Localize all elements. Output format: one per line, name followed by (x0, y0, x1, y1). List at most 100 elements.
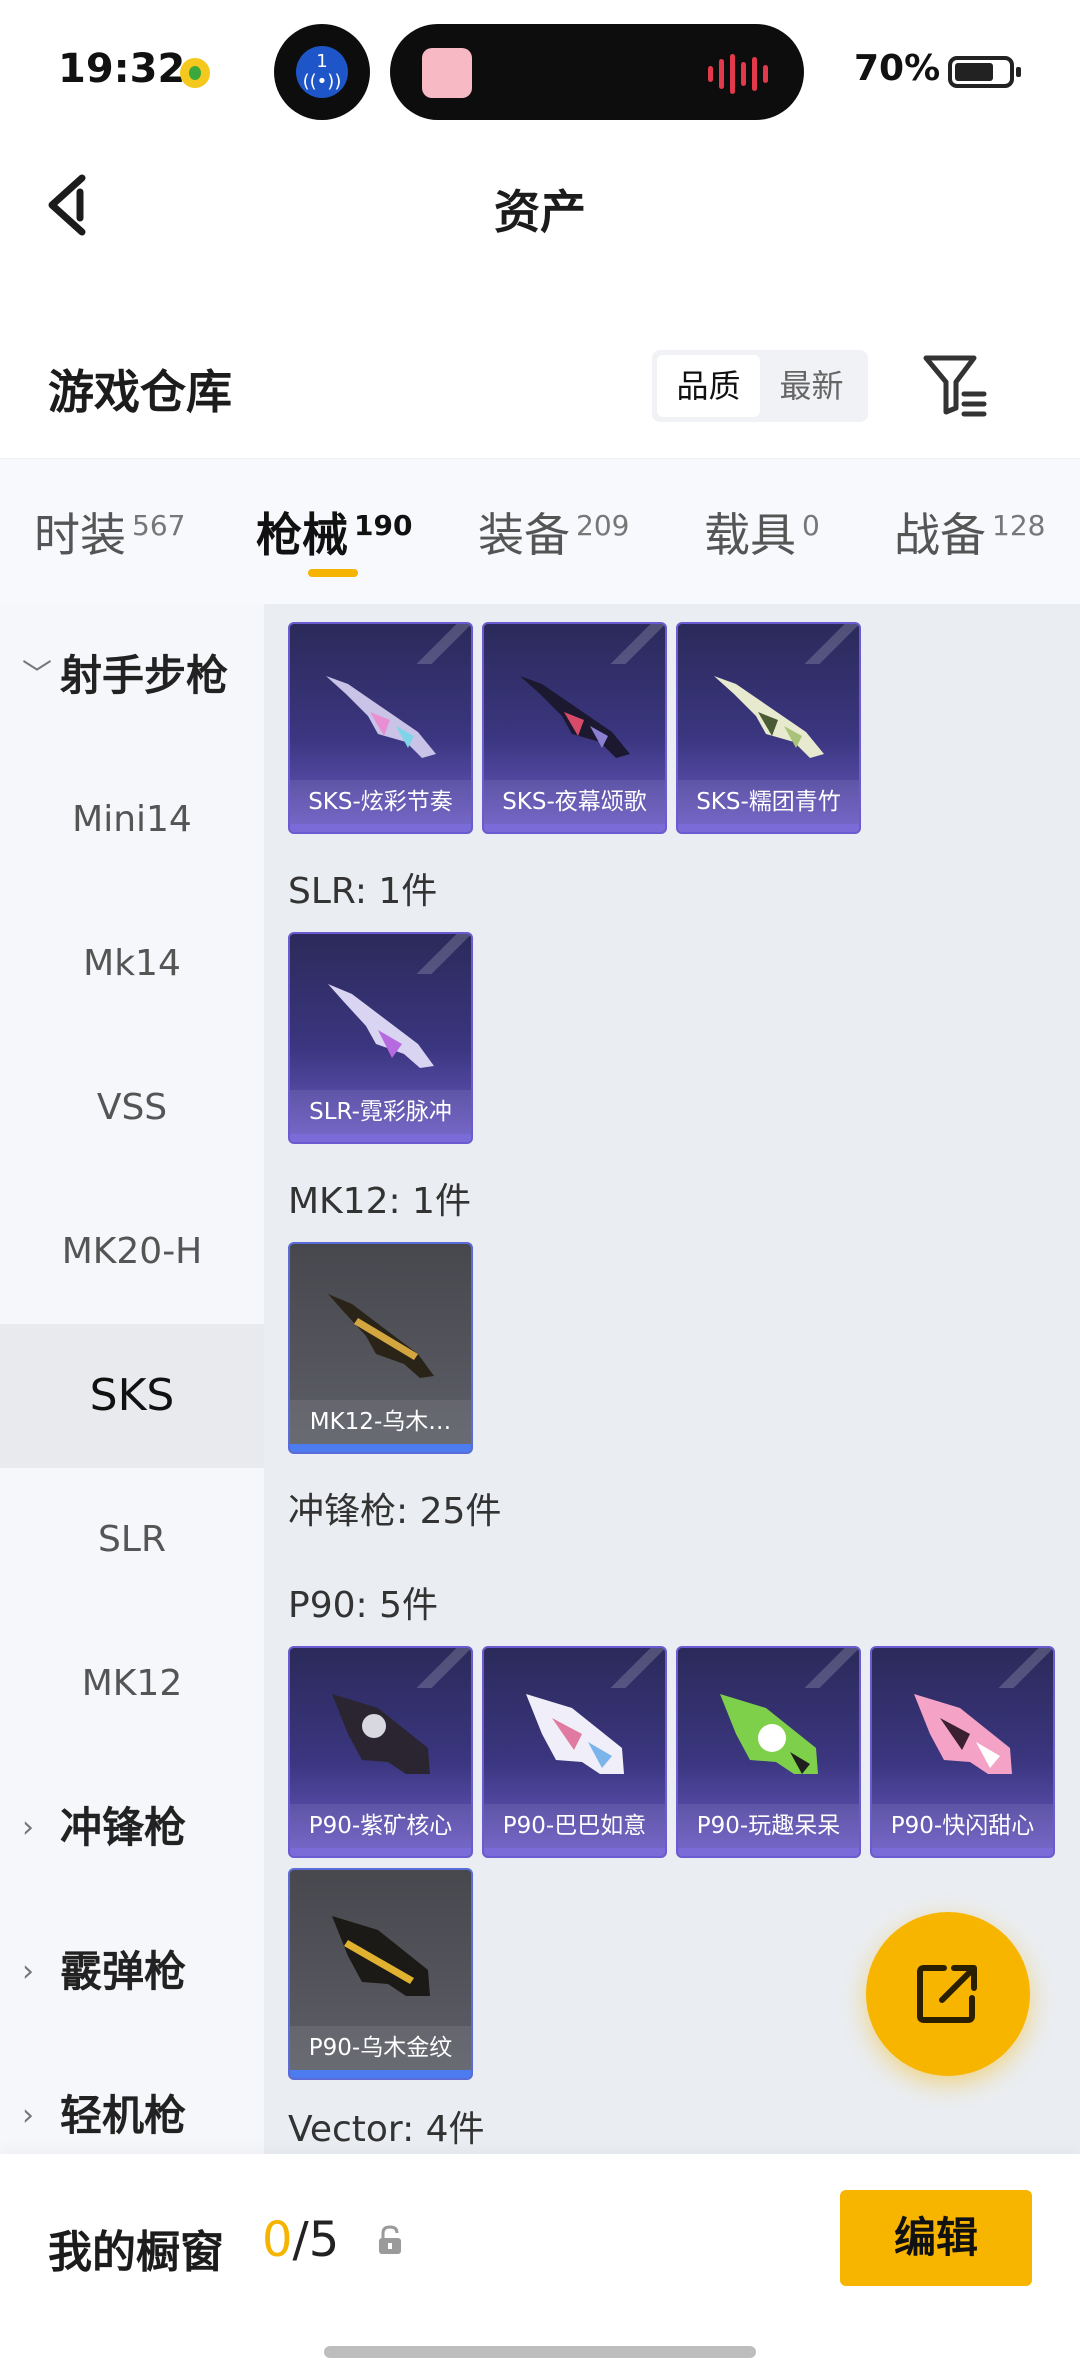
status-bar: 19:32 1 ((•)) 70% (0, 0, 1080, 140)
tab-count: 0 (802, 509, 820, 542)
weapon-card-label: P90-巴巴如意 (484, 1804, 665, 1848)
smg-icon (526, 1694, 624, 1774)
status-time: 19:32 (58, 46, 186, 92)
tab-equipment[interactable]: 装备 209 (478, 499, 629, 565)
weapon-card[interactable]: SKS-糯团青竹 (676, 622, 861, 834)
sidebar-item-slr[interactable]: SLR (0, 1468, 264, 1612)
section-heading-vector: Vector: 4件 (288, 2109, 485, 2150)
sidebar-item-mk20h[interactable]: MK20-H (0, 1180, 264, 1324)
tab-label: 载具 (704, 508, 796, 562)
section-heading-slr: SLR: 1件 (288, 871, 438, 912)
sort-option-newest[interactable]: 最新 (760, 355, 863, 417)
share-button[interactable] (866, 1912, 1030, 2076)
bottom-bar: 我的橱窗 0/5 编辑 (0, 2154, 1080, 2376)
smg-icon (332, 1694, 430, 1774)
sidebar-item-mk14[interactable]: Mk14 (0, 892, 264, 1036)
weapon-card-label: P90-紫矿核心 (290, 1804, 471, 1848)
rifle-icon (326, 676, 436, 758)
showcase-count: 0/5 (262, 2212, 339, 2268)
section-heading-smg: 冲锋枪: 25件 (288, 1491, 502, 1532)
weapon-card-label: P90-快闪甜心 (872, 1804, 1053, 1848)
p90-row-1: P90-紫矿核心 P90-巴巴如意 P90-玩趣呆呆 P90-快闪甜心 (288, 1646, 1055, 1858)
weapon-card[interactable]: P90-乌木金纹 (288, 1868, 473, 2080)
edit-button[interactable]: 编辑 (840, 2190, 1032, 2286)
battery-percent: 70% (854, 48, 941, 89)
showcase-label: 我的橱窗 (48, 2227, 224, 2278)
weapon-card-label: MK12-乌木… (290, 1400, 471, 1444)
slr-row: SLR-霓彩脉冲 (288, 932, 473, 1144)
weapon-card[interactable]: P90-巴巴如意 (482, 1646, 667, 1858)
sidebar-item-mini14[interactable]: Mini14 (0, 748, 264, 892)
section-heading-mk12: MK12: 1件 (288, 1181, 471, 1222)
sidebar-item-vss[interactable]: VSS (0, 1036, 264, 1180)
sort-option-quality[interactable]: 品质 (657, 355, 760, 417)
tab-fashion[interactable]: 时装 567 (34, 499, 185, 565)
music-thumbnail-icon (422, 48, 472, 98)
mk12-row: MK12-乌木… (288, 1242, 473, 1454)
external-link-icon (917, 1965, 977, 2023)
weapon-card[interactable]: SKS-炫彩节奏 (288, 622, 473, 834)
tab-firearms[interactable]: 枪械 190 (256, 499, 412, 565)
tab-count: 128 (992, 509, 1046, 542)
app-notification-icon (180, 58, 210, 88)
weapon-card-label: SKS-夜幕颂歌 (484, 780, 665, 824)
weapon-card[interactable]: P90-玩趣呆呆 (676, 1646, 861, 1858)
smg-icon (332, 1916, 430, 1996)
showcase-total: /5 (292, 2212, 340, 2268)
sidebar-item-sks[interactable]: SKS (0, 1324, 264, 1468)
sidebar-group-marksman[interactable]: ﹀ 射手步枪 (0, 604, 264, 748)
tab-supplies[interactable]: 战备 128 (894, 499, 1045, 565)
weapon-card-label: SKS-糯团青竹 (678, 780, 859, 824)
sidebar-group-label: 冲锋枪 (60, 1803, 187, 1852)
audio-wave-icon (708, 54, 768, 94)
lock-icon (379, 2225, 401, 2254)
weapon-card-label: P90-乌木金纹 (290, 2026, 471, 2070)
warehouse-title: 游戏仓库 (48, 365, 232, 419)
tab-label: 装备 (478, 508, 570, 562)
page-title: 资产 (494, 185, 586, 239)
tab-count: 190 (354, 509, 413, 542)
broadcast-icon: 1 ((•)) (296, 46, 348, 98)
home-indicator (324, 2346, 756, 2358)
category-tabs: 时装 567 枪械 190 装备 209 载具 0 战备 128 (0, 458, 1080, 604)
page-header: 资产 (0, 140, 1080, 270)
filter-icon[interactable] (920, 352, 990, 418)
weapon-card[interactable]: MK12-乌木… (288, 1242, 473, 1454)
rifle-icon (328, 1294, 434, 1378)
battery-icon (948, 56, 1021, 88)
chevron-right-icon: › (22, 1954, 34, 1989)
weapon-card-label: SLR-霓彩脉冲 (290, 1090, 471, 1134)
smg-icon (720, 1694, 818, 1774)
tab-label: 枪械 (256, 508, 348, 562)
chevron-down-icon: ﹀ (22, 658, 52, 693)
rifle-icon (328, 984, 434, 1068)
sidebar-group-label: 霰弹枪 (60, 1947, 187, 1996)
weapon-card[interactable]: P90-快闪甜心 (870, 1646, 1055, 1858)
tab-count: 209 (576, 509, 630, 542)
tab-vehicles[interactable]: 载具 0 (704, 499, 820, 565)
weapon-card-label: P90-玩趣呆呆 (678, 1804, 859, 1848)
sidebar-group-label: 射手步枪 (60, 651, 229, 700)
weapon-card[interactable]: SKS-夜幕颂歌 (482, 622, 667, 834)
tab-active-indicator (308, 569, 358, 577)
weapon-sidebar: ﹀ 射手步枪 Mini14 Mk14 VSS MK20-H SKS SLR MK1… (0, 604, 264, 2154)
sidebar-item-mk12[interactable]: MK12 (0, 1612, 264, 1756)
smg-icon (914, 1694, 1012, 1774)
sidebar-group-smg[interactable]: › 冲锋枪 (0, 1756, 264, 1900)
sidebar-group-label: 轻机枪 (60, 2091, 187, 2140)
rifle-icon (714, 676, 824, 758)
section-heading-p90: P90: 5件 (288, 1585, 438, 1626)
sks-row: SKS-炫彩节奏 SKS-夜幕颂歌 SKS-糯团青竹 (288, 622, 861, 834)
chevron-right-icon: › (22, 1810, 34, 1845)
broadcast-badge: 1 (316, 51, 328, 72)
tab-count: 567 (132, 509, 186, 542)
tab-label: 战备 (894, 508, 986, 562)
live-activity-pill-right[interactable] (390, 24, 804, 120)
showcase-used: 0 (262, 2212, 293, 2268)
weapon-card[interactable]: P90-紫矿核心 (288, 1646, 473, 1858)
rifle-icon (520, 676, 630, 758)
live-activity-pill-left[interactable]: 1 ((•)) (274, 24, 370, 120)
weapon-card[interactable]: SLR-霓彩脉冲 (288, 932, 473, 1144)
p90-row-2: P90-乌木金纹 (288, 1868, 473, 2080)
sidebar-group-shotgun[interactable]: › 霰弹枪 (0, 1900, 264, 2044)
